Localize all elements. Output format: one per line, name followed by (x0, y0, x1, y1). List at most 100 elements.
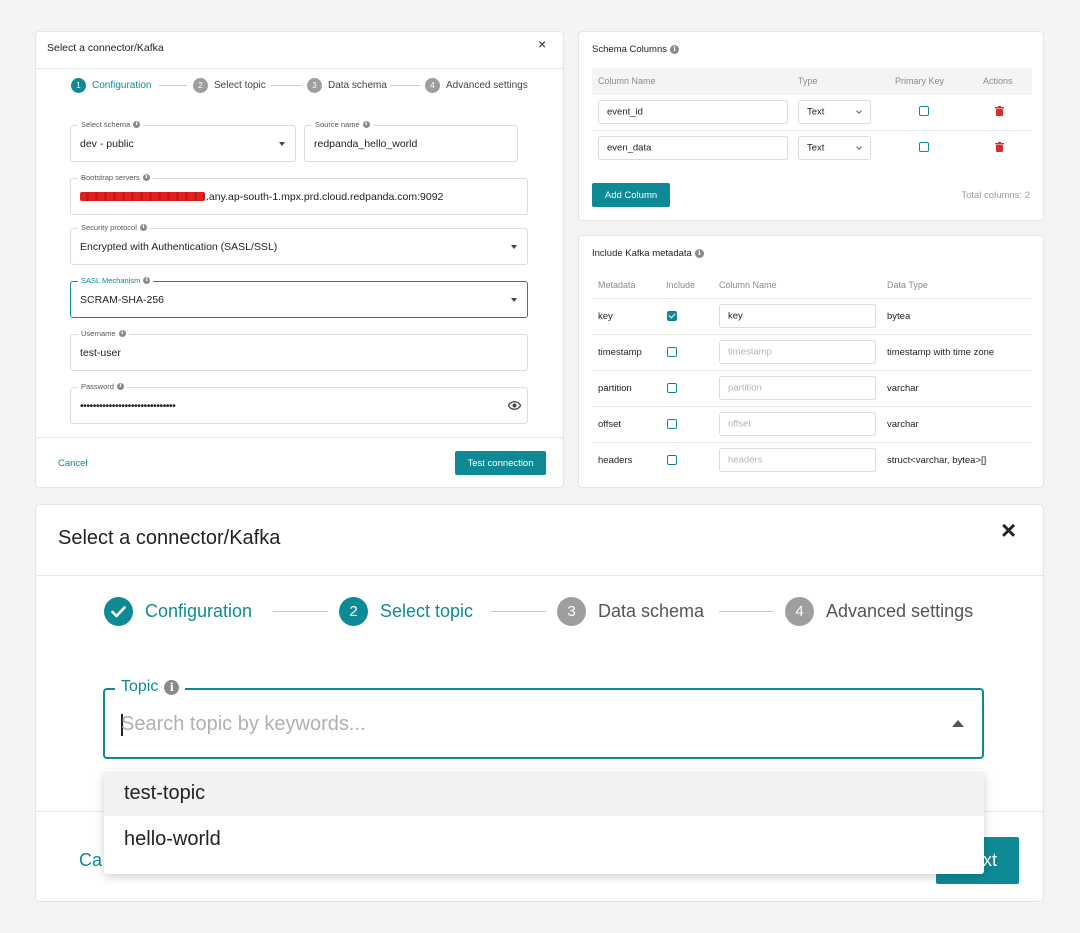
divider (36, 575, 1043, 576)
step-data-schema[interactable]: 3 Data schema (307, 78, 387, 93)
field-label: Security protocol (81, 223, 137, 232)
row-divider (592, 130, 1032, 131)
column-name-input[interactable]: key (719, 304, 876, 328)
field-label: Bootstrap servers (81, 173, 140, 182)
data-type: timestamp with time zone (887, 347, 995, 358)
type-select[interactable]: Text (798, 136, 871, 160)
total-columns: Total columns: 2 (961, 190, 1030, 201)
step-select-topic[interactable]: 2 Select topic (193, 78, 266, 93)
step-label: Data schema (598, 601, 705, 621)
close-icon[interactable]: × (1001, 517, 1016, 543)
metadata-title: Include Kafka metadata i (592, 248, 704, 259)
step-connector (271, 85, 301, 86)
close-icon[interactable]: × (538, 37, 546, 51)
step-connector (491, 611, 546, 612)
trash-icon[interactable] (995, 106, 1004, 116)
field-label: Source name (315, 120, 360, 129)
column-name-input[interactable]: partition (719, 376, 876, 400)
divider (36, 68, 563, 69)
field-value: .any.ap-south-1.mpx.prd.cloud.redpanda.c… (206, 190, 444, 203)
step-label: Select topic (380, 601, 474, 621)
field-label: Username (81, 329, 116, 338)
step-number: 3 (557, 597, 586, 626)
metadata-name: partition (598, 383, 632, 394)
step-number: 3 (307, 78, 322, 93)
step-data-schema[interactable]: 3 Data schema (557, 597, 704, 626)
info-icon: i (133, 121, 141, 128)
step-configuration[interactable]: 1 Configuration (71, 78, 151, 93)
include-checkbox[interactable] (667, 383, 677, 393)
include-checkbox[interactable] (667, 311, 677, 321)
cell-placeholder: timestamp (728, 346, 772, 358)
username-input[interactable]: Username i test-user (70, 329, 528, 371)
trash-icon[interactable] (995, 142, 1004, 152)
dialog-title: Select a connector/Kafka (58, 527, 281, 549)
step-select-topic[interactable]: 2 Select topic (339, 597, 473, 626)
type-select[interactable]: Text (798, 100, 871, 124)
primary-key-checkbox[interactable] (919, 142, 929, 152)
field-label: SASL Mechanism (81, 276, 141, 285)
step-advanced-settings[interactable]: 4 Advanced settings (785, 597, 973, 626)
config-card-title: Select a connector/Kafka (47, 42, 164, 54)
schema-select[interactable]: Select schema i dev - public (70, 120, 296, 162)
step-label: Data schema (328, 80, 387, 91)
metadata-name: headers (598, 455, 633, 466)
column-name-input[interactable]: headers (719, 448, 876, 472)
cell-placeholder: offset (728, 418, 752, 430)
include-checkbox[interactable] (667, 419, 677, 429)
step-advanced-settings[interactable]: 4 Advanced settings (425, 78, 528, 93)
step-label: Advanced settings (446, 80, 528, 91)
column-name-input[interactable]: event_id (598, 100, 788, 124)
include-checkbox[interactable] (667, 455, 677, 465)
primary-key-checkbox[interactable] (919, 106, 929, 116)
topic-field-label: Topic i (115, 678, 186, 696)
data-type: varchar (887, 419, 919, 430)
divider (36, 437, 563, 438)
cell-value: even_data (607, 142, 652, 154)
data-type: varchar (887, 383, 919, 394)
cell-value: key (728, 310, 743, 322)
source-name-input[interactable]: Source name i redpanda_hello_world (304, 120, 518, 162)
bootstrap-servers-input[interactable]: Bootstrap servers i .any.ap-south-1.mpx.p… (70, 173, 528, 215)
row-divider (592, 370, 1032, 371)
include-checkbox[interactable] (667, 347, 677, 357)
topic-option[interactable]: test-topic (104, 771, 984, 816)
topic-search-input[interactable]: Topic i Search topic by keywords... (103, 678, 984, 759)
step-connector (719, 611, 774, 612)
chevron-up-icon[interactable] (952, 720, 964, 727)
security-protocol-select[interactable]: Security protocol i Encrypted with Authen… (70, 223, 528, 265)
cell-placeholder: headers (728, 454, 763, 466)
header-actions: Actions (983, 76, 1013, 86)
topic-option[interactable]: hello-world (104, 817, 984, 862)
step-number: 1 (71, 78, 86, 93)
step-number: 4 (425, 78, 440, 93)
info-icon: i (362, 121, 370, 128)
eye-icon[interactable] (508, 400, 521, 411)
column-name-input[interactable]: offset (719, 412, 876, 436)
password-input[interactable]: Password i •••••••••••••••••••••••••••••• (70, 382, 528, 424)
cell-value: event_id (607, 106, 643, 118)
step-label: Select topic (214, 80, 266, 91)
chevron-down-icon (511, 297, 517, 302)
cancel-button[interactable]: Cancel (58, 458, 88, 469)
info-icon: i (143, 277, 151, 284)
info-icon: i (669, 45, 679, 54)
step-connector (273, 611, 328, 612)
kafka-metadata-card: Include Kafka metadata i Metadata Include… (578, 235, 1044, 488)
column-name-input[interactable]: timestamp (719, 340, 876, 364)
cell-value: Text (807, 142, 825, 154)
field-value: •••••••••••••••••••••••••••••• (80, 399, 176, 412)
column-name-input[interactable]: even_data (598, 136, 788, 160)
next-label: xt (982, 850, 997, 870)
field-value: test-user (80, 346, 121, 359)
step-label: Advanced settings (826, 601, 974, 621)
add-column-button[interactable]: Add Column (592, 183, 670, 207)
step-label: Configuration (145, 601, 253, 621)
test-connection-button[interactable]: Test connection (455, 451, 546, 475)
cancel-button[interactable]: Ca (79, 850, 102, 871)
field-label: Select schema (81, 120, 131, 129)
field-value: redpanda_hello_world (314, 137, 418, 150)
step-configuration[interactable]: Configuration (104, 597, 252, 626)
header-column-name: Column Name (598, 76, 656, 86)
sasl-mechanism-select[interactable]: SASL Mechanism i SCRAM-SHA-256 (70, 276, 528, 318)
